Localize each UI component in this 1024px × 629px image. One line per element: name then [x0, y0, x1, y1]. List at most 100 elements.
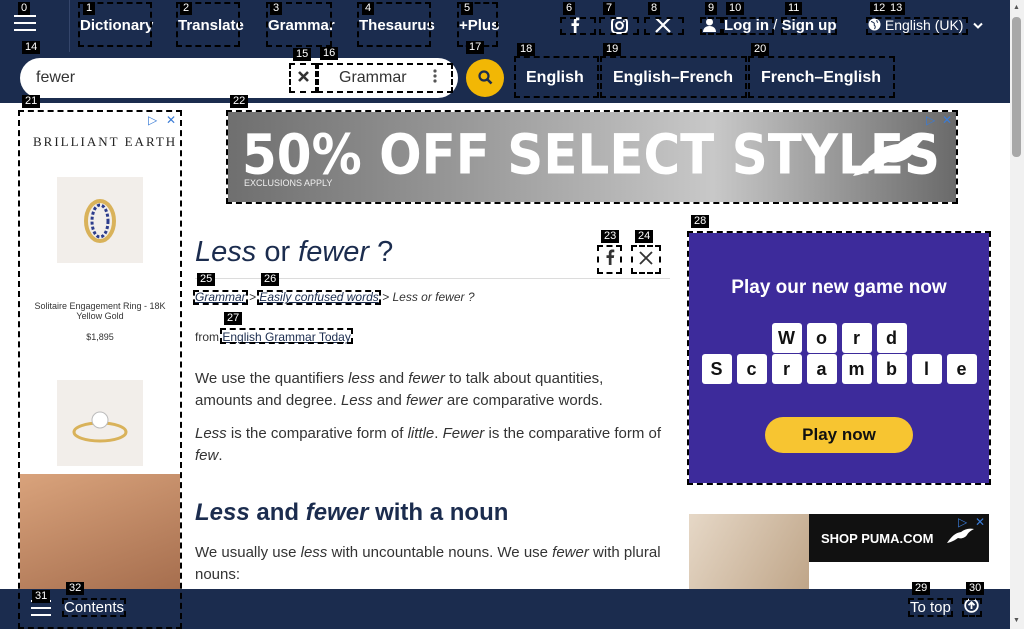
- ring-caption: Solitaire Engagement Ring - 18K Yellow G…: [34, 301, 166, 321]
- tab-french-english[interactable]: French–English: [761, 69, 881, 87]
- login-separator: /: [773, 17, 778, 34]
- nav-link-translate[interactable]: Translate: [178, 17, 244, 34]
- marker-label: 22: [230, 95, 249, 108]
- arrow-up-circle-icon[interactable]: [962, 598, 980, 616]
- language-selector[interactable]: English (UK): [868, 17, 984, 33]
- source-link[interactable]: English Grammar Today: [222, 330, 351, 344]
- ad-choices-icon[interactable]: ▷: [148, 113, 157, 127]
- share-facebook-button[interactable]: [599, 248, 621, 273]
- word-tile: d: [876, 323, 907, 353]
- section-heading: Less and fewer with a noun: [195, 499, 509, 526]
- ad-model-image[interactable]: [20, 474, 180, 589]
- clear-search-button[interactable]: [290, 64, 316, 92]
- globe-icon: [868, 18, 881, 31]
- marker-label: 24: [635, 230, 654, 243]
- user-icon: [703, 18, 716, 37]
- marker-label: 11: [785, 2, 803, 15]
- marker-label: 0: [18, 2, 31, 15]
- x-twitter-icon: [639, 251, 653, 265]
- ad-close-icon[interactable]: ✕: [942, 113, 952, 127]
- marker-label: 10: [726, 2, 745, 15]
- close-icon: [297, 71, 309, 82]
- source-line: from English Grammar Today: [195, 330, 351, 344]
- marker-label: 6: [563, 2, 576, 15]
- nav-divider: [69, 0, 70, 52]
- word-tile: c: [736, 354, 767, 384]
- marker-label: 16: [320, 47, 339, 60]
- paragraph-intro: We use the quantifiers less and fewer to…: [195, 370, 604, 409]
- ad-choices-icon[interactable]: ▷: [926, 113, 935, 127]
- ad-close-icon[interactable]: ✕: [166, 113, 176, 127]
- ring-image[interactable]: [57, 177, 143, 263]
- marker-label: 29: [912, 582, 931, 595]
- facebook-icon[interactable]: [570, 17, 580, 38]
- tab-english-french[interactable]: English–French: [613, 69, 733, 87]
- marker-label: 28: [691, 215, 710, 228]
- breadcrumb-separator: >: [382, 290, 390, 304]
- ad-photo: [689, 514, 809, 590]
- play-now-button[interactable]: Play now: [765, 417, 913, 453]
- page-title: Less or fewer ?: [195, 236, 394, 268]
- word-tile: o: [806, 323, 837, 353]
- nav-link-grammar[interactable]: Grammar: [268, 17, 335, 34]
- top-advertisement[interactable]: 50% OFF SELECT STYLES EXCLUSIONS APPLY: [228, 112, 956, 202]
- marker-label: 30: [966, 582, 985, 595]
- bottom-bar: [0, 589, 1010, 629]
- nav-link-thesaurus[interactable]: Thesaurus: [359, 17, 435, 34]
- paragraph-with-noun: We usually use less with uncountable nou…: [195, 544, 661, 583]
- marker-label: 17: [466, 41, 485, 54]
- puma-logo-icon: [853, 133, 933, 176]
- search-input[interactable]: fewer: [36, 69, 75, 87]
- search-icon: [477, 70, 492, 85]
- nav-link-dictionary[interactable]: Dictionary: [80, 17, 153, 34]
- marker-label: 20: [751, 43, 770, 56]
- breadcrumb-separator: >: [249, 290, 257, 304]
- signup-link[interactable]: Sign up: [782, 17, 837, 34]
- breadcrumb-easily-confused-link[interactable]: Easily confused words: [259, 290, 378, 304]
- breadcrumb-grammar-link[interactable]: Grammar: [195, 290, 246, 304]
- ad-headline: 50% OFF SELECT STYLES: [242, 123, 941, 187]
- facebook-icon: [606, 249, 615, 265]
- contents-button[interactable]: Contents: [64, 599, 124, 616]
- marker-label: 26: [261, 273, 280, 286]
- hamburger-menu-icon[interactable]: [14, 15, 36, 33]
- to-top-link[interactable]: To top: [910, 599, 951, 616]
- word-tile: W: [771, 323, 802, 353]
- marker-label: 27: [224, 312, 243, 325]
- breadcrumb: Grammar > Easily confused words > Less o…: [195, 290, 475, 304]
- ad-note: EXCLUSIONS APPLY: [244, 178, 333, 188]
- share-x-button[interactable]: [633, 248, 659, 273]
- marker-label: 12: [870, 2, 889, 15]
- scroll-down-arrow-icon[interactable]: ▼: [1013, 617, 1020, 624]
- word-tile: m: [841, 354, 872, 384]
- marker-label: 2: [180, 2, 193, 15]
- ad-close-icon[interactable]: ✕: [975, 515, 985, 529]
- breadcrumb-current: Less or fewer ?: [392, 290, 475, 304]
- marker-label: 7: [603, 2, 616, 15]
- scrollbar-thumb[interactable]: [1012, 17, 1021, 157]
- marker-label: 8: [648, 2, 661, 15]
- marker-label: 19: [603, 43, 622, 56]
- tab-english[interactable]: English: [526, 69, 584, 87]
- marker-label: 18: [517, 43, 536, 56]
- ring-image[interactable]: [57, 380, 143, 466]
- marker-label: 15: [293, 48, 312, 61]
- dictionary-select[interactable]: Grammar: [317, 63, 453, 93]
- ad-choices-icon[interactable]: ▷: [958, 515, 967, 529]
- word-scramble-advertisement[interactable]: Play our new game now Word Scramble Play…: [689, 233, 989, 483]
- login-signup-link[interactable]: Log in / Sign up: [724, 17, 837, 34]
- search-button[interactable]: [466, 59, 504, 97]
- word-tile: e: [946, 354, 977, 384]
- login-link[interactable]: Log in: [724, 17, 769, 34]
- marker-label: 25: [197, 273, 216, 286]
- nav-link-plus[interactable]: +Plus: [459, 17, 499, 34]
- word-tile: l: [911, 354, 942, 384]
- marker-label: 4: [362, 2, 375, 15]
- instagram-icon[interactable]: [611, 17, 628, 39]
- scroll-up-arrow-icon[interactable]: ▲: [1013, 4, 1020, 11]
- word-tile: r: [841, 323, 872, 353]
- x-twitter-icon[interactable]: [655, 17, 671, 38]
- puma-advertisement[interactable]: SHOP PUMA.COM: [689, 514, 989, 590]
- puma-logo-icon: [947, 528, 974, 543]
- paragraph-comparative: Less is the comparative form of little. …: [195, 425, 662, 464]
